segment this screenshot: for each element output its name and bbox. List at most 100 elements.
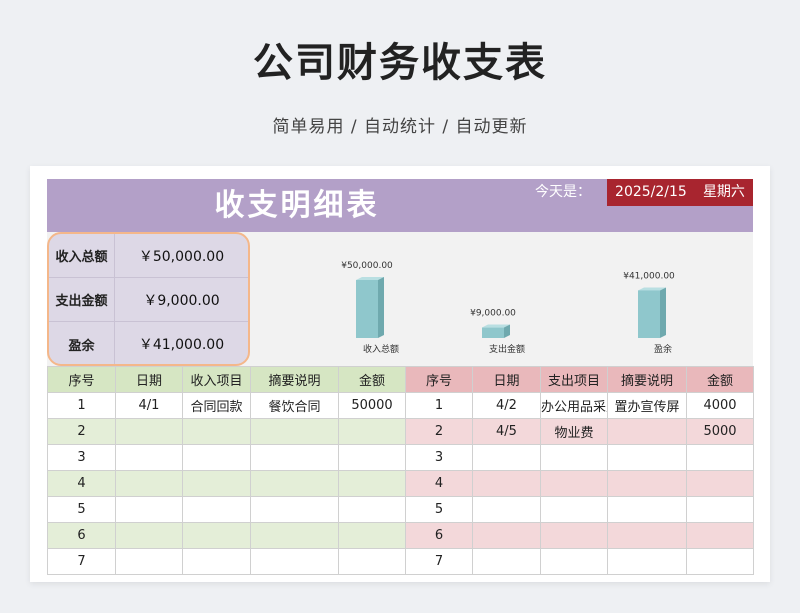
expense-col-header: 日期: [472, 366, 541, 393]
income-cell[interactable]: 3: [47, 444, 116, 471]
expense-cell[interactable]: [540, 444, 608, 471]
summary-value[interactable]: ￥41,000.00: [115, 322, 248, 364]
income-cell[interactable]: [250, 548, 339, 575]
bar: [356, 280, 378, 338]
income-cell[interactable]: [182, 470, 251, 497]
summary-table: 收入总额 ￥50,000.00 支出金额 ￥9,000.00 盈余 ￥41,00…: [47, 232, 250, 366]
income-cell[interactable]: [182, 418, 251, 445]
expense-cell[interactable]: 4/2: [472, 392, 541, 419]
income-cell[interactable]: [338, 418, 406, 445]
income-cell[interactable]: [338, 444, 406, 471]
expense-cell[interactable]: [686, 444, 754, 471]
category-label: 收入总额: [363, 343, 399, 355]
income-cell[interactable]: [115, 444, 183, 471]
expense-cell[interactable]: 5: [405, 496, 473, 523]
expense-cell[interactable]: 7: [405, 548, 473, 575]
income-cell[interactable]: 餐饮合同: [250, 392, 339, 419]
expense-col-header: 序号: [405, 366, 473, 393]
expense-cell[interactable]: [540, 470, 608, 497]
income-col-header: 日期: [115, 366, 183, 393]
data-label: ¥41,000.00: [623, 271, 675, 281]
income-cell[interactable]: [115, 418, 183, 445]
expense-cell[interactable]: [686, 548, 754, 575]
expense-cell[interactable]: [472, 444, 541, 471]
expense-cell[interactable]: [607, 496, 687, 523]
expense-col-header: 金额: [686, 366, 754, 393]
income-cell[interactable]: [115, 496, 183, 523]
income-cell[interactable]: [250, 496, 339, 523]
expense-cell[interactable]: [686, 496, 754, 523]
income-cell[interactable]: [182, 444, 251, 471]
current-weekday: 星期六: [702, 184, 745, 200]
expense-cell[interactable]: [607, 418, 687, 445]
expense-cell[interactable]: 6: [405, 522, 473, 549]
income-cell[interactable]: [115, 470, 183, 497]
expense-cell[interactable]: 4: [405, 470, 473, 497]
income-cell[interactable]: [182, 522, 251, 549]
expense-cell[interactable]: [472, 522, 541, 549]
income-cell[interactable]: [250, 522, 339, 549]
expense-cell[interactable]: 物业费: [540, 418, 608, 445]
income-cell[interactable]: [115, 522, 183, 549]
income-col-header: 摘要说明: [250, 366, 339, 393]
table-row: 14/1合同回款餐饮合同5000014/2办公用品采购置办宣传屏4000: [47, 392, 754, 419]
expense-cell[interactable]: [540, 548, 608, 575]
expense-cell[interactable]: [607, 522, 687, 549]
expense-cell[interactable]: [540, 522, 608, 549]
bar: [482, 327, 504, 338]
data-label: ¥9,000.00: [470, 309, 516, 319]
income-cell[interactable]: [182, 548, 251, 575]
expense-cell[interactable]: 1: [405, 392, 473, 419]
page-title: 公司财务收支表: [253, 40, 547, 86]
income-cell[interactable]: 合同回款: [182, 392, 251, 419]
income-col-header: 收入项目: [182, 366, 251, 393]
income-cell[interactable]: 4: [47, 470, 116, 497]
income-cell[interactable]: [250, 418, 339, 445]
income-col-header: 序号: [47, 366, 116, 393]
expense-cell[interactable]: [472, 470, 541, 497]
category-label: 盈余: [654, 343, 672, 355]
summary-value[interactable]: ￥50,000.00: [115, 234, 248, 277]
expense-cell[interactable]: 置办宣传屏: [607, 392, 687, 419]
summary-label: 收入总额: [49, 234, 115, 277]
expense-cell[interactable]: 4000: [686, 392, 754, 419]
income-cell[interactable]: 4/1: [115, 392, 183, 419]
expense-cell[interactable]: 5000: [686, 418, 754, 445]
income-cell[interactable]: 7: [47, 548, 116, 575]
expense-col-header: 摘要说明: [607, 366, 687, 393]
income-cell[interactable]: 5: [47, 496, 116, 523]
expense-cell[interactable]: 2: [405, 418, 473, 445]
income-cell[interactable]: 50000: [338, 392, 406, 419]
income-cell[interactable]: [338, 548, 406, 575]
sheet-title: 收支明细表: [214, 188, 380, 223]
summary-value[interactable]: ￥9,000.00: [115, 278, 248, 321]
income-cell[interactable]: [182, 496, 251, 523]
spreadsheet: 收支明细表 今天是： 2025/2/15 星期六 收入总额 ￥50,000.00…: [30, 166, 770, 582]
income-cell[interactable]: [250, 444, 339, 471]
income-cell[interactable]: [338, 470, 406, 497]
income-cell[interactable]: [338, 522, 406, 549]
expense-cell[interactable]: [540, 496, 608, 523]
table-row: 33: [47, 444, 754, 471]
income-cell[interactable]: 1: [47, 392, 116, 419]
transactions-grid: 序号 日期 收入项目 摘要说明 金额 序号 日期 支出项目 摘要说明 金额 14…: [47, 366, 754, 575]
bar: [638, 290, 660, 338]
expense-cell[interactable]: [472, 548, 541, 575]
expense-cell[interactable]: [686, 522, 754, 549]
income-col-header: 金额: [338, 366, 406, 393]
income-cell[interactable]: 6: [47, 522, 116, 549]
expense-cell[interactable]: [607, 470, 687, 497]
expense-cell[interactable]: 3: [405, 444, 473, 471]
table-row: 44: [47, 470, 754, 497]
income-cell[interactable]: [115, 548, 183, 575]
expense-cell[interactable]: 4/5: [472, 418, 541, 445]
income-cell[interactable]: [338, 496, 406, 523]
income-cell[interactable]: 2: [47, 418, 116, 445]
income-cell[interactable]: [250, 470, 339, 497]
expense-cell[interactable]: [607, 444, 687, 471]
page-subtitle: 简单易用 / 自动统计 / 自动更新: [272, 117, 528, 137]
expense-cell[interactable]: 办公用品采购: [540, 392, 608, 419]
expense-cell[interactable]: [472, 496, 541, 523]
expense-cell[interactable]: [686, 470, 754, 497]
expense-cell[interactable]: [607, 548, 687, 575]
